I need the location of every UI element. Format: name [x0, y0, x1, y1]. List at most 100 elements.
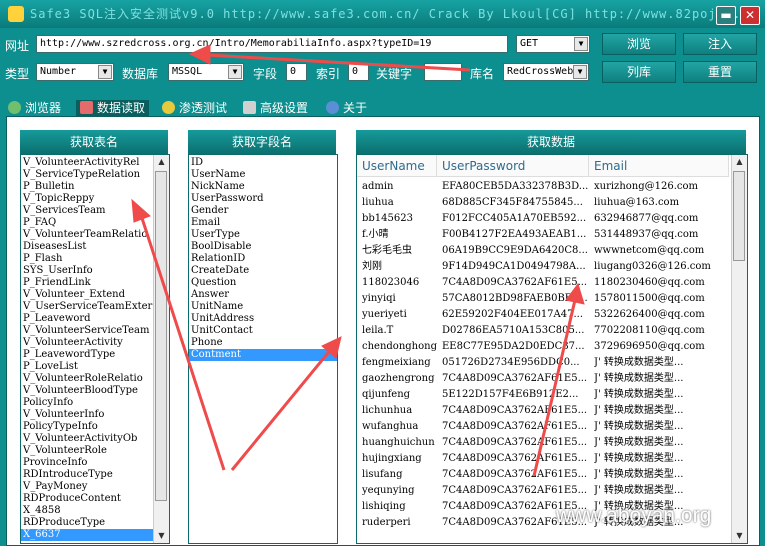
table-list-item[interactable]: P_Flash	[21, 253, 169, 265]
table-row[interactable]: leila.T D02786EA5710A153C805... 7702208110…	[357, 323, 729, 339]
method-select[interactable]: GET ▼	[516, 35, 590, 53]
table-list-item[interactable]: V_Volunteer_Extend	[21, 289, 169, 301]
table-list-item[interactable]: P_LoveList	[21, 361, 169, 373]
table-row[interactable]: 刘刚 9F14D949CA1D0494798A... liugang0326@126…	[357, 259, 729, 275]
field-list-item[interactable]: UnitName	[189, 301, 337, 313]
grid-scrollbar[interactable]: ▲ ▼	[731, 155, 747, 543]
table-list-item[interactable]: P_FriendLink	[21, 277, 169, 289]
table-list-item[interactable]: RDProduceType	[21, 517, 169, 529]
scroll-thumb[interactable]	[155, 171, 167, 501]
field-list-item[interactable]: NickName	[189, 181, 337, 193]
table-list-item[interactable]: V_TopicReppy	[21, 193, 169, 205]
field-list-item[interactable]: Gender	[189, 205, 337, 217]
chevron-down-icon[interactable]: ▼	[98, 65, 112, 79]
index-input[interactable]: 0	[348, 63, 369, 81]
data-grid[interactable]: UserName UserPassword Email admin EFA80CE…	[356, 154, 748, 544]
table-list-item[interactable]: V_ServiceTypeRelation	[21, 169, 169, 181]
table-row[interactable]: lichunhua 7C4A8D09CA3762AF61E5... J' 转换成数据…	[357, 403, 729, 419]
table-list-item[interactable]: V_VolunteerInfo	[21, 409, 169, 421]
table-row[interactable]: hujingxiang 7C4A8D09CA3762AF61E5... J' 转换成…	[357, 451, 729, 467]
field-list-item[interactable]: UnitContact	[189, 325, 337, 337]
field-list-item[interactable]: Phone	[189, 337, 337, 349]
chevron-down-icon[interactable]: ▼	[574, 37, 588, 51]
type-select[interactable]: Number ▼	[36, 63, 114, 81]
scroll-up-icon[interactable]: ▲	[154, 155, 169, 169]
field-list-item[interactable]: Answer	[189, 289, 337, 301]
scroll-thumb[interactable]	[733, 171, 745, 261]
table-list-item[interactable]: RDProduceContent	[21, 493, 169, 505]
table-list-item[interactable]: PolicyInfo	[21, 397, 169, 409]
inject-button[interactable]: 注入	[683, 33, 757, 55]
table-list-item[interactable]: V_VolunteerServiceTeam	[21, 325, 169, 337]
column-header-email[interactable]: Email	[589, 155, 729, 177]
tables-list[interactable]: V_VolunteerActivityRel V_ServiceTypeRelat…	[20, 154, 170, 544]
table-row[interactable]: liuhua 68D885CF345F84755845... liuhua@163.…	[357, 195, 729, 211]
field-list-item[interactable]: CreateDate	[189, 265, 337, 277]
field-list-item[interactable]: Email	[189, 217, 337, 229]
tab-data-read[interactable]: 数据读取	[76, 100, 150, 117]
table-list-item[interactable]: P_FAQ	[21, 217, 169, 229]
table-list-item[interactable]: V_PayMoney	[21, 481, 169, 493]
table-list-item[interactable]: V_ServicesTeam	[21, 205, 169, 217]
tab-browser[interactable]: 浏览器	[8, 100, 61, 117]
table-list-item[interactable]: RDIntroduceType	[21, 469, 169, 481]
table-list-item[interactable]: SYS_UserInfo	[21, 265, 169, 277]
table-list-item[interactable]: P_LeavewordType	[21, 349, 169, 361]
field-list-item[interactable]: Contment	[189, 349, 337, 361]
table-list-item[interactable]: V_VolunteerActivityRel	[21, 157, 169, 169]
table-row[interactable]: f.小晴 F00B4127F2EA493AEAB1... 531448937@qq.…	[357, 227, 729, 243]
table-row[interactable]: huanghuichun 7C4A8D09CA3762AF61E5... J' 转换…	[357, 435, 729, 451]
table-row[interactable]: yinyiqi 57CA8012BD98FAEB0BF8... 1578011500…	[357, 291, 729, 307]
table-list-item[interactable]: X_4858	[21, 505, 169, 517]
table-row[interactable]: wufanghua 7C4A8D09CA3762AF61E5... J' 转换成数据…	[357, 419, 729, 435]
field-list-item[interactable]: UnitAddress	[189, 313, 337, 325]
table-list-item[interactable]: V_VolunteerActivity	[21, 337, 169, 349]
close-button[interactable]: ✕	[740, 6, 760, 25]
field-list-item[interactable]: UserType	[189, 229, 337, 241]
table-row[interactable]: chendonghong EE8C77E95DA2D0EDC37... 372969…	[357, 339, 729, 355]
table-list-item[interactable]: V_VolunteerTeamRelatio	[21, 229, 169, 241]
table-list-item[interactable]: P_Leaveword	[21, 313, 169, 325]
table-row[interactable]: yueriyeti 62E59202F404EE017A47... 53226264…	[357, 307, 729, 323]
table-list-item[interactable]: P_Bulletin	[21, 181, 169, 193]
table-list-item[interactable]: ProvinceInfo	[21, 457, 169, 469]
table-list-item[interactable]: V_VolunteerBloodType	[21, 385, 169, 397]
table-list-item[interactable]: V_VolunteerActivityOb	[21, 433, 169, 445]
url-input[interactable]: http://www.szredcross.org.cn/Intro/Memor…	[36, 35, 508, 53]
scroll-down-icon[interactable]: ▼	[732, 529, 747, 543]
table-row[interactable]: 七彩毛毛虫 06A19B9CC9E9DA6420C8... wwwnetcom@qq…	[357, 243, 729, 259]
table-row[interactable]: lisufang 7C4A8D09CA3762AF61E5... J' 转换成数据类…	[357, 467, 729, 483]
tab-about[interactable]: 关于	[326, 100, 367, 117]
column-header-username[interactable]: UserName	[357, 155, 437, 177]
table-row[interactable]: bb145623 F012FCC405A1A70EB592... 632946877…	[357, 211, 729, 227]
table-row[interactable]: qijunfeng 5E122D157F4E6B912E2... J' 转换成数据类…	[357, 387, 729, 403]
field-list-item[interactable]: UserPassword	[189, 193, 337, 205]
title-bar[interactable]: Safe3 SQL注入安全测试v9.0 http://www.safe3.com…	[0, 0, 765, 28]
tab-advanced[interactable]: 高级设置	[243, 100, 308, 117]
field-list-item[interactable]: ID	[189, 157, 337, 169]
field-input[interactable]: 0	[286, 63, 307, 81]
fields-list[interactable]: ID UserName NickName UserPassword Gender Emai…	[188, 154, 338, 544]
table-row[interactable]: fengmeixiang 051726D2734E956DDC0... J' 转换成…	[357, 355, 729, 371]
scroll-down-icon[interactable]: ▼	[154, 529, 169, 543]
dbname-select[interactable]: RedCrossWeb ▼	[503, 63, 589, 81]
table-row[interactable]: 118023046 7C4A8D09CA3762AF61E5... 11802304…	[357, 275, 729, 291]
list-db-button[interactable]: 列库	[602, 61, 676, 83]
table-list-item[interactable]: V_UserServiceTeamExter	[21, 301, 169, 313]
browse-button[interactable]: 浏览	[602, 33, 676, 55]
table-row[interactable]: gaozhengrong 7C4A8D09CA3762AF61E5... J' 转换…	[357, 371, 729, 387]
table-row[interactable]: yequnying 7C4A8D09CA3762AF61E5... J' 转换成数据…	[357, 483, 729, 499]
column-header-password[interactable]: UserPassword	[437, 155, 589, 177]
chevron-down-icon[interactable]: ▼	[573, 65, 587, 79]
field-list-item[interactable]: BoolDisable	[189, 241, 337, 253]
tables-scrollbar[interactable]: ▲ ▼	[153, 155, 169, 543]
reset-button[interactable]: 重置	[683, 61, 757, 83]
table-list-item[interactable]: X_6637	[21, 529, 169, 541]
field-list-item[interactable]: Question	[189, 277, 337, 289]
table-list-item[interactable]: V_VolunteerRoleRelatio	[21, 373, 169, 385]
table-row[interactable]: admin EFA80CEB5DA332378B3D... xurizhong@12…	[357, 179, 729, 195]
field-list-item[interactable]: UserName	[189, 169, 337, 181]
chevron-down-icon[interactable]: ▼	[228, 65, 242, 79]
table-list-item[interactable]: DiseasesList	[21, 241, 169, 253]
table-list-item[interactable]: PolicyTypeInfo	[21, 421, 169, 433]
